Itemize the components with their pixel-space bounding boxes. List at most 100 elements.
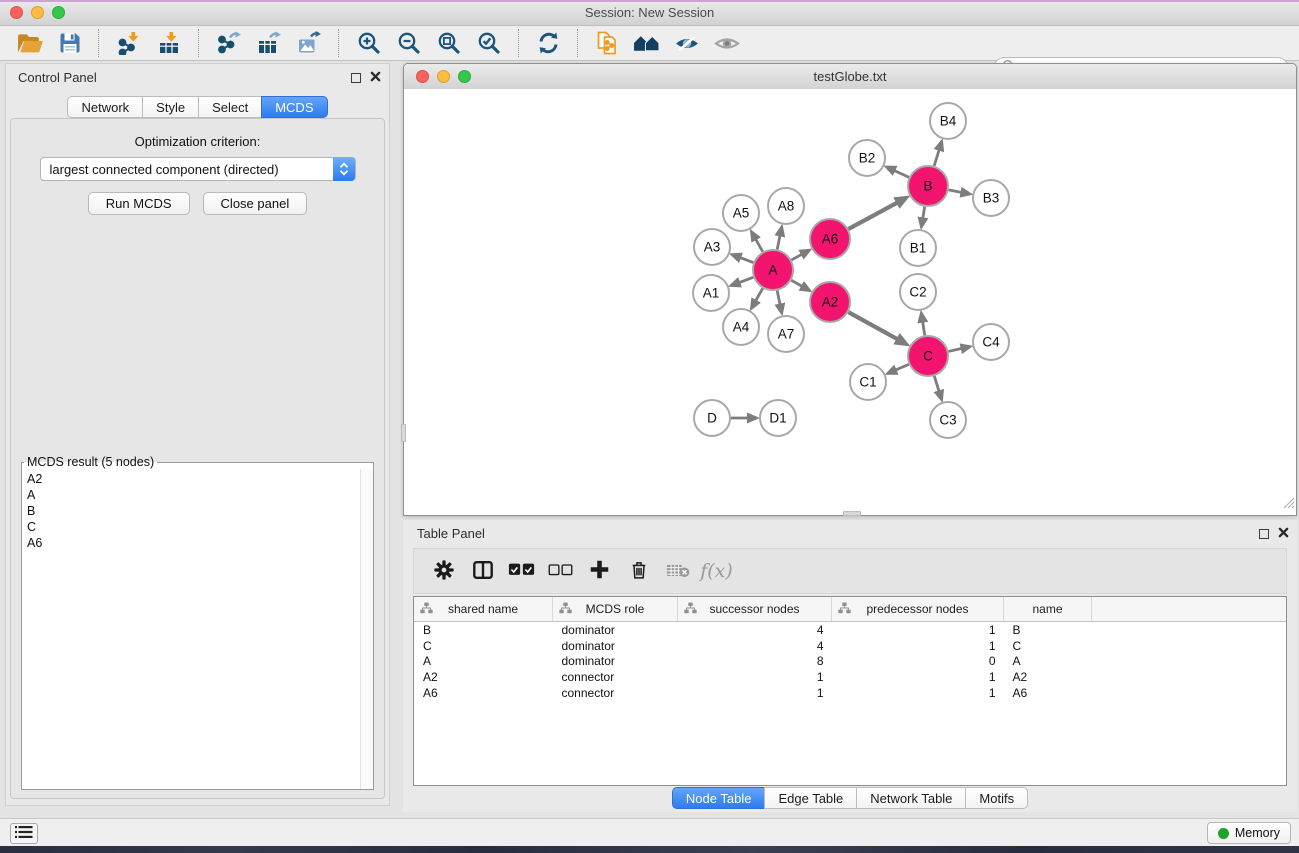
mcds-result-item[interactable]: B (27, 503, 361, 519)
table-cell[interactable]: connector (553, 669, 678, 685)
table-cell[interactable]: B (1004, 622, 1092, 638)
criterion-select[interactable]: largest connected component (directed) (40, 157, 356, 181)
table-cell[interactable]: 4 (678, 638, 832, 654)
save-session-button[interactable] (53, 29, 87, 57)
tab-mcds[interactable]: MCDS (261, 96, 327, 118)
zoom-out-button[interactable] (391, 29, 427, 57)
add-column-button[interactable] (580, 554, 619, 588)
column-header-predecessor-nodes[interactable]: predecessor nodes (832, 597, 1004, 622)
tab-edge-table[interactable]: Edge Table (764, 787, 857, 809)
tab-network[interactable]: Network (67, 96, 143, 118)
table-cell[interactable]: 1 (832, 685, 1004, 701)
table-cell[interactable]: dominator (553, 654, 678, 670)
tab-motifs[interactable]: Motifs (965, 787, 1028, 809)
task-history-button[interactable] (10, 823, 38, 844)
horizontal-split-handle[interactable] (843, 511, 861, 516)
table-cell[interactable]: A (414, 654, 553, 670)
network-edge-A-A3[interactable] (739, 257, 753, 262)
tab-network-table[interactable]: Network Table (856, 787, 966, 809)
zoom-in-button[interactable] (351, 29, 387, 57)
network-edge-A-A6[interactable] (791, 254, 802, 260)
new-network-from-selection-button[interactable] (590, 29, 624, 57)
network-edge-A-A4[interactable] (755, 288, 763, 301)
mcds-result-item[interactable]: A2 (27, 471, 361, 487)
network-edge-B-B3[interactable] (949, 190, 963, 193)
table-cell[interactable]: A6 (414, 685, 553, 701)
column-header-name[interactable]: name (1004, 597, 1092, 622)
table-cell[interactable]: 8 (678, 654, 832, 670)
table-cell[interactable]: C (1004, 638, 1092, 654)
function-builder-button[interactable]: f(x) (697, 554, 736, 588)
import-table-button[interactable] (151, 29, 187, 57)
export-network-button[interactable] (211, 29, 247, 57)
column-settings-button[interactable] (424, 554, 463, 588)
window-titlebar[interactable]: Session: New Session (0, 2, 1299, 26)
table-cell[interactable]: dominator (553, 622, 678, 638)
toggle-columns-button[interactable] (463, 554, 502, 588)
table-float-panel-button[interactable] (1259, 529, 1269, 539)
network-edge-A-A7[interactable] (777, 291, 780, 306)
tab-select[interactable]: Select (198, 96, 262, 118)
table-cell[interactable]: C (414, 638, 553, 654)
resize-grip[interactable] (1283, 496, 1295, 514)
column-header-shared-name[interactable]: shared name (414, 597, 553, 622)
mcds-result-item[interactable]: A6 (27, 535, 361, 551)
import-network-button[interactable] (111, 29, 147, 57)
network-edge-B-B2[interactable] (893, 170, 909, 177)
memory-button[interactable]: Memory (1207, 822, 1291, 844)
export-table-button[interactable] (251, 29, 287, 57)
network-window-titlebar[interactable]: testGlobe.txt (404, 64, 1296, 90)
mcds-result-item[interactable]: C (27, 519, 361, 535)
table-cell[interactable]: 1 (678, 669, 832, 685)
network-edge-B-B4[interactable] (934, 149, 939, 166)
zoom-selected-button[interactable] (471, 29, 507, 57)
table-cell[interactable]: 1 (832, 638, 1004, 654)
network-edge-A-A5[interactable] (755, 238, 763, 251)
run-mcds-button[interactable]: Run MCDS (88, 192, 190, 215)
close-panel-button[interactable] (370, 70, 381, 85)
float-panel-button[interactable] (351, 73, 361, 83)
network-edge-C-C3[interactable] (934, 376, 939, 392)
network-edge-A6-B[interactable] (848, 202, 898, 229)
table-cell[interactable]: B (414, 622, 553, 638)
column-header-successor-nodes[interactable]: successor nodes (678, 597, 832, 622)
delete-column-button[interactable] (619, 554, 658, 588)
close-panel-action-button[interactable]: Close panel (203, 192, 308, 215)
table-cell[interactable]: A2 (414, 669, 553, 685)
table-cell[interactable]: 1 (832, 669, 1004, 685)
export-image-button[interactable] (291, 29, 327, 57)
network-edge-C-C2[interactable] (922, 321, 924, 336)
deselect-all-checks-button[interactable] (541, 554, 580, 588)
tab-node-table[interactable]: Node Table (672, 787, 766, 809)
network-edge-A-A2[interactable] (791, 280, 803, 287)
mcds-result-item[interactable]: A (27, 487, 361, 503)
network-edge-B-B1[interactable] (923, 207, 925, 220)
select-all-checks-button[interactable] (502, 554, 541, 588)
network-edge-A-A1[interactable] (738, 277, 753, 283)
table-cell[interactable]: 0 (832, 654, 1004, 670)
table-cell[interactable]: 4 (678, 622, 832, 638)
table-cell[interactable]: 1 (678, 685, 832, 701)
table-cell[interactable]: connector (553, 685, 678, 701)
tab-style[interactable]: Style (142, 96, 199, 118)
first-neighbors-button[interactable] (628, 30, 665, 57)
delete-table-button[interactable] (658, 554, 697, 588)
table-cell[interactable]: A6 (1004, 685, 1092, 701)
network-edge-A2-C[interactable] (848, 312, 898, 339)
zoom-fit-button[interactable] (431, 29, 467, 57)
network-canvas[interactable]: B4B2BB3A5A8A6B1A3AC2A1A2A4A7C4CC1C3DD1 (404, 89, 1296, 515)
show-hidden-button[interactable] (709, 31, 745, 56)
table-cell[interactable]: A (1004, 654, 1092, 670)
table-close-panel-button[interactable] (1278, 526, 1289, 541)
network-edge-A-A8[interactable] (777, 234, 780, 249)
network-edge-C-C1[interactable] (895, 364, 909, 370)
table-cell[interactable]: 1 (832, 622, 1004, 638)
table-cell[interactable]: A2 (1004, 669, 1092, 685)
table-cell[interactable]: dominator (553, 638, 678, 654)
network-edge-C-C4[interactable] (948, 348, 962, 351)
column-header-mcds-role[interactable]: MCDS role (553, 597, 678, 622)
result-scrollbar[interactable] (360, 469, 373, 789)
vertical-split-handle[interactable] (401, 424, 406, 442)
open-file-button[interactable] (12, 30, 49, 57)
hide-selected-button[interactable] (669, 31, 705, 56)
